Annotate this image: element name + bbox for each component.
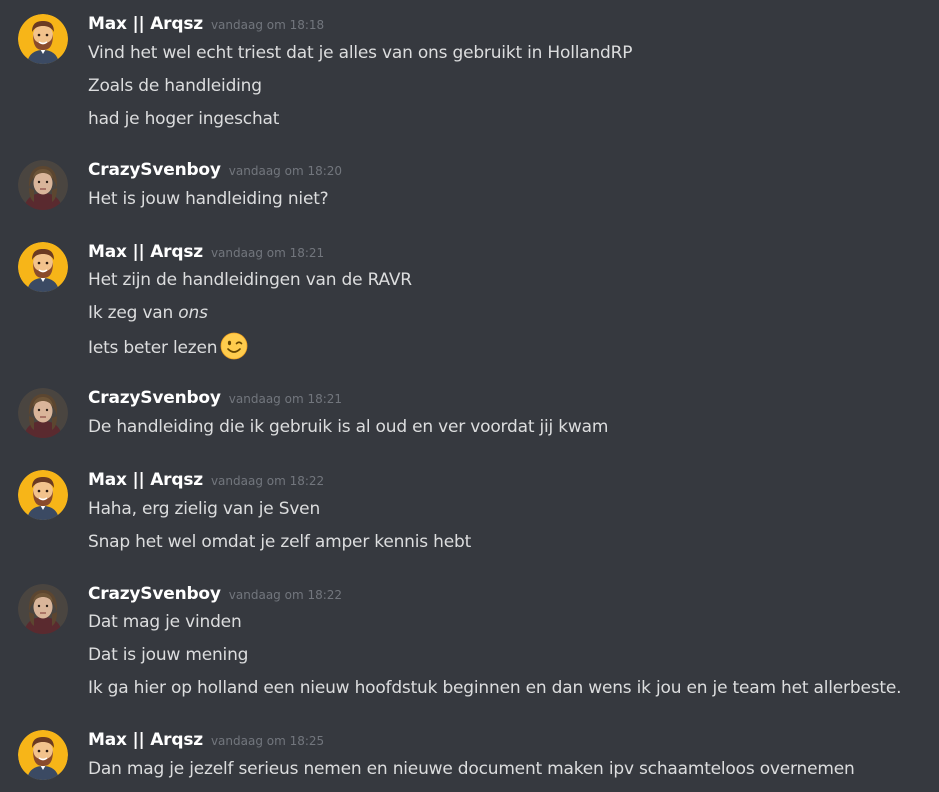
avatar[interactable]	[18, 14, 68, 64]
username[interactable]: Max || Arqsz	[88, 14, 203, 34]
avatar[interactable]	[18, 388, 68, 438]
girl-portrait-avatar-icon	[18, 160, 68, 210]
message-text: Ik ga hier op holland een nieuw hoofdstu…	[88, 678, 902, 698]
timestamp: vandaag om 18:18	[210, 18, 325, 32]
username[interactable]: Max || Arqsz	[88, 470, 203, 490]
message-header: CrazySvenboy vandaag om 18:20	[88, 160, 342, 184]
message-text: Iets beter lezen	[88, 332, 248, 360]
message-text: Ik zeg van ons	[88, 301, 208, 325]
message-header: CrazySvenboy vandaag om 18:22	[88, 584, 342, 608]
timestamp: vandaag om 18:21	[210, 246, 325, 260]
avatar[interactable]	[18, 242, 68, 292]
chat-messages: Max || Arqsz vandaag om 18:18 Vind het we…	[0, 0, 939, 792]
message-text: Dan mag je jezelf serieus nemen en nieuw…	[88, 759, 855, 779]
message-text: Het zijn de handleidingen van de RAVR	[88, 270, 412, 290]
timestamp: vandaag om 18:20	[228, 164, 343, 178]
winking-face-emoji-icon[interactable]	[220, 332, 248, 360]
timestamp: vandaag om 18:25	[210, 734, 325, 748]
message-text: Het is jouw handleiding niet?	[88, 189, 329, 209]
avatar[interactable]	[18, 160, 68, 210]
message-header: Max || Arqsz vandaag om 18:22	[88, 470, 324, 494]
message-header: Max || Arqsz vandaag om 18:21	[88, 242, 324, 266]
username[interactable]: Max || Arqsz	[88, 730, 203, 750]
username[interactable]: Max || Arqsz	[88, 242, 203, 262]
message-text: Dat mag je vinden	[88, 612, 242, 632]
girl-portrait-avatar-icon	[18, 584, 68, 634]
username[interactable]: CrazySvenboy	[88, 584, 221, 604]
message-text-plain: Iets beter lezen	[88, 338, 218, 358]
message-text: Snap het wel omdat je zelf amper kennis …	[88, 532, 472, 552]
message-header: Max || Arqsz vandaag om 18:25	[88, 730, 324, 754]
message-header: CrazySvenboy vandaag om 18:21	[88, 388, 342, 412]
girl-portrait-avatar-icon	[18, 388, 68, 438]
avatar[interactable]	[18, 730, 68, 780]
bearded-man-avatar-icon	[18, 242, 68, 292]
message-text: De handleiding die ik gebruik is al oud …	[88, 417, 609, 437]
username[interactable]: CrazySvenboy	[88, 388, 221, 408]
message-text: Haha, erg zielig van je Sven	[88, 499, 321, 519]
bearded-man-avatar-icon	[18, 730, 68, 780]
message-text: Dat is jouw mening	[88, 645, 249, 665]
message-text-italic: ons	[178, 303, 208, 323]
timestamp: vandaag om 18:22	[210, 474, 325, 488]
bearded-man-avatar-icon	[18, 470, 68, 520]
avatar[interactable]	[18, 470, 68, 520]
message-text: Vind het wel echt triest dat je alles va…	[88, 43, 633, 63]
message-text-plain: Ik zeg van	[88, 303, 179, 323]
timestamp: vandaag om 18:22	[228, 588, 343, 602]
message-text: had je hoger ingeschat	[88, 109, 280, 129]
message-text: Zoals de handleiding	[88, 76, 262, 96]
avatar[interactable]	[18, 584, 68, 634]
timestamp: vandaag om 18:21	[228, 392, 343, 406]
bearded-man-avatar-icon	[18, 14, 68, 64]
username[interactable]: CrazySvenboy	[88, 160, 221, 180]
message-header: Max || Arqsz vandaag om 18:18	[88, 14, 324, 38]
